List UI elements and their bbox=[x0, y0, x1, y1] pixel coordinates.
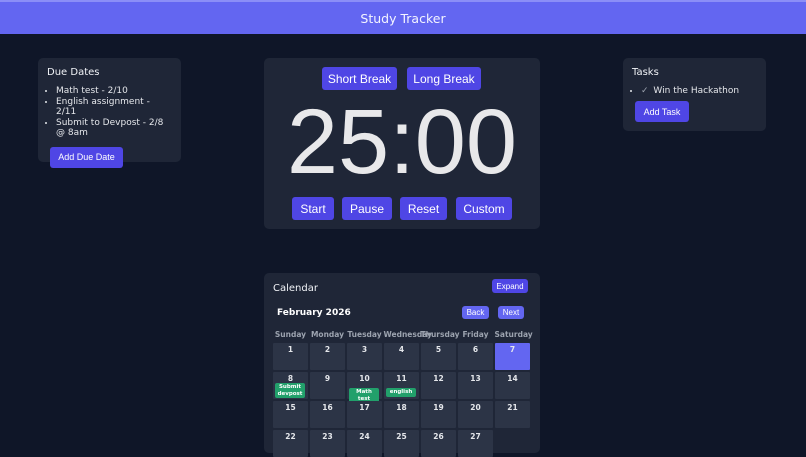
calendar-day[interactable]: 8 Submit devpost bbox=[273, 372, 308, 399]
calendar-day-number: 14 bbox=[507, 374, 518, 383]
calendar-day-number: 4 bbox=[398, 345, 405, 354]
check-icon: ✓ bbox=[641, 86, 649, 96]
calendar-day-number: 8 bbox=[287, 374, 294, 383]
due-date-item: Math test - 2/10 bbox=[56, 86, 172, 97]
due-date-item: Submit to Devpost - 2/8 @ 8am bbox=[56, 118, 172, 139]
pause-button[interactable]: Pause bbox=[342, 197, 392, 220]
calendar-day[interactable]: 7 bbox=[495, 343, 530, 370]
next-button[interactable]: Next bbox=[498, 306, 524, 319]
app-header: Study Tracker bbox=[0, 0, 806, 34]
timer-display: 25:00 bbox=[286, 91, 518, 193]
due-dates-card: Due Dates Math test - 2/10 English assig… bbox=[38, 58, 181, 168]
calendar-day-number: 3 bbox=[361, 345, 368, 354]
app-title: Study Tracker bbox=[360, 10, 446, 26]
short-break-button[interactable]: Short Break bbox=[322, 67, 397, 90]
expand-button[interactable]: Expand bbox=[492, 279, 528, 293]
calendar-day-number: 22 bbox=[285, 432, 296, 441]
back-button[interactable]: Back bbox=[462, 306, 489, 319]
weekday-header: Tuesday bbox=[347, 330, 382, 339]
weekday-header: Saturday bbox=[494, 330, 533, 339]
add-due-date-button[interactable]: Add Due Date bbox=[50, 146, 123, 168]
calendar-day-number: 18 bbox=[396, 403, 407, 412]
calendar-day[interactable]: 15 bbox=[273, 401, 308, 428]
calendar-day[interactable]: 19 bbox=[421, 401, 456, 428]
calendar-day[interactable]: 4 bbox=[384, 343, 419, 370]
calendar-day[interactable]: 10 Math test bbox=[347, 372, 382, 403]
weekday-header: Sunday bbox=[274, 330, 307, 339]
weekday-header: Friday bbox=[462, 330, 489, 339]
calendar-day[interactable]: 6 bbox=[458, 343, 493, 370]
calendar-day[interactable]: 12 bbox=[421, 372, 456, 399]
calendar-day-number: 20 bbox=[470, 403, 481, 412]
long-break-button[interactable]: Long Break bbox=[407, 67, 481, 90]
calendar-day[interactable]: 21 bbox=[495, 401, 530, 428]
calendar-day-number: 16 bbox=[322, 403, 333, 412]
tasks-card: Tasks ✓ Win the Hackathon Add Task bbox=[623, 58, 766, 131]
weekday-header: Thursday bbox=[420, 330, 460, 339]
add-task-button[interactable]: Add Task bbox=[635, 101, 689, 122]
custom-button[interactable]: Custom bbox=[456, 197, 512, 220]
calendar-day-number: 5 bbox=[435, 345, 442, 354]
reset-button[interactable]: Reset bbox=[400, 197, 447, 220]
calendar-day-number: 7 bbox=[509, 345, 516, 354]
calendar-day[interactable]: 14 bbox=[495, 372, 530, 399]
weekday-header: Wednesday bbox=[383, 330, 432, 339]
calendar-day[interactable]: 2 bbox=[310, 343, 345, 370]
due-dates-title: Due Dates bbox=[47, 67, 100, 78]
task-item[interactable]: ✓ Win the Hackathon bbox=[641, 85, 757, 97]
calendar-day[interactable]: 16 bbox=[310, 401, 345, 428]
calendar-day[interactable]: 18 bbox=[384, 401, 419, 428]
due-dates-list: Math test - 2/10 English assignment - 2/… bbox=[56, 86, 172, 139]
calendar-day[interactable]: 5 bbox=[421, 343, 456, 370]
calendar-day-number: 13 bbox=[470, 374, 481, 383]
calendar-day-number: 26 bbox=[433, 432, 444, 441]
tasks-list: ✓ Win the Hackathon bbox=[641, 85, 757, 97]
due-date-item: English assignment - 2/11 bbox=[56, 97, 172, 118]
calendar-day[interactable]: 17 bbox=[347, 401, 382, 428]
calendar-day-number: 21 bbox=[507, 403, 518, 412]
weekday-header: Monday bbox=[310, 330, 345, 339]
calendar-event[interactable]: Submit devpost bbox=[275, 383, 305, 398]
calendar-day-number: 25 bbox=[396, 432, 407, 441]
calendar-day[interactable]: 13 bbox=[458, 372, 493, 399]
calendar-day-number: 17 bbox=[359, 403, 370, 412]
calendar-day-number: 12 bbox=[433, 374, 444, 383]
calendar-day-number: 11 bbox=[396, 374, 407, 383]
tasks-title: Tasks bbox=[632, 67, 659, 78]
calendar-card: Calendar Expand February 2026 Back Next … bbox=[264, 273, 540, 457]
calendar-day[interactable]: 3 bbox=[347, 343, 382, 370]
calendar-month: February 2026 bbox=[277, 308, 351, 318]
calendar-day[interactable]: 20 bbox=[458, 401, 493, 428]
calendar-day-number: 27 bbox=[470, 432, 481, 441]
calendar-day-number: 2 bbox=[324, 345, 331, 354]
calendar-day[interactable]: 11 english bbox=[384, 372, 419, 399]
calendar-day-number: 9 bbox=[324, 374, 331, 383]
calendar-day-number: 1 bbox=[287, 345, 294, 354]
calendar-event[interactable]: english bbox=[386, 388, 416, 397]
calendar-day-number: 6 bbox=[472, 345, 479, 354]
start-button[interactable]: Start bbox=[292, 197, 334, 220]
calendar-title: Calendar bbox=[273, 283, 318, 294]
calendar-day-number: 19 bbox=[433, 403, 444, 412]
calendar-day-number: 10 bbox=[359, 374, 370, 383]
task-label: Win the Hackathon bbox=[653, 86, 740, 96]
calendar-day[interactable]: 1 bbox=[273, 343, 308, 370]
timer-card: Short Break Long Break 25:00 Start Pause… bbox=[264, 58, 540, 229]
calendar-day-number: 15 bbox=[285, 403, 296, 412]
calendar-day[interactable]: 9 bbox=[310, 372, 345, 399]
calendar-day-number: 23 bbox=[322, 432, 333, 441]
calendar-day-number: 24 bbox=[359, 432, 370, 441]
